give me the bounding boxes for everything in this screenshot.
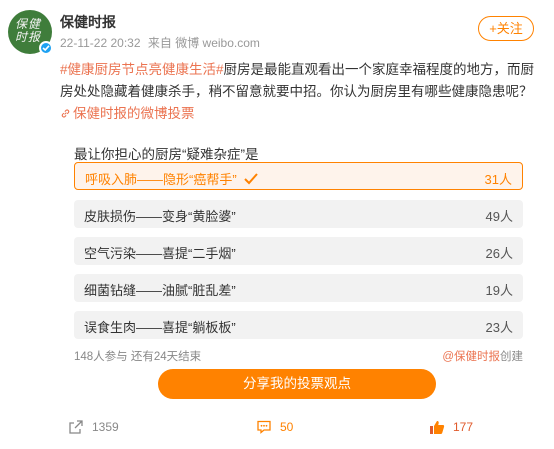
creator-suffix: 创建 (500, 351, 523, 363)
poll-option-1[interactable]: 呼吸入肺——隐形“癌帮手” 31人 (74, 162, 523, 190)
like-count: 177 (453, 420, 474, 434)
share-vote-button[interactable]: 分享我的投票观点 (158, 369, 436, 399)
verified-icon (39, 41, 53, 55)
poll-link-label: 保健时报的微博投票 (73, 106, 195, 121)
source: 来自 微博 weibo.com (147, 36, 260, 50)
poll-creator: @保健时报创建 (442, 348, 523, 364)
poll-title: 最让你担心的厨房“疑难杂症”是 (74, 147, 259, 162)
action-bar: 1359 50 177 (0, 404, 554, 449)
repost-icon (69, 420, 83, 434)
poll-link[interactable]: 保健时报的微博投票 (60, 106, 195, 121)
post-content: #健康厨房节点亮健康生活#厨房是最能直观看出一个家庭幸福程度的地方，而厨房处处隐… (60, 59, 538, 125)
poll-option-label: 皮肤损伤——变身“黄脸婆” (84, 209, 236, 224)
thumbs-up-icon (430, 421, 445, 434)
repost-button[interactable]: 1359 (68, 419, 119, 435)
follow-button[interactable]: +关注 (478, 16, 534, 41)
poll-option-count: 19人 (485, 283, 513, 298)
poll-option-label: 细菌钻缝——油腻“脏乱差” (84, 283, 236, 298)
link-icon (61, 109, 70, 118)
poll-option-count: 31人 (484, 172, 512, 187)
poll-participants: 148人参与 还有24天结束 (74, 351, 202, 363)
hashtag-link[interactable]: #健康厨房节点亮健康生活# (60, 62, 224, 77)
poll-option-label: 空气污染——喜提“二手烟” (84, 246, 236, 261)
comment-icon (257, 420, 271, 434)
repost-count: 1359 (92, 420, 119, 434)
poll-option-count: 23人 (485, 320, 513, 335)
creator-link[interactable]: @保健时报 (442, 351, 500, 363)
comment-button[interactable]: 50 (256, 419, 293, 435)
comment-count: 50 (280, 420, 294, 434)
poll-option-count: 49人 (485, 209, 513, 224)
timestamp[interactable]: 22-11-22 20:32 (60, 36, 141, 50)
like-button[interactable]: 177 (429, 419, 473, 435)
poll-card: 最让你担心的厨房“疑难杂症”是 呼吸入肺——隐形“癌帮手” 31人 皮肤损伤——… (60, 130, 538, 404)
poll-option-2[interactable]: 皮肤损伤——变身“黄脸婆” 49人 (74, 200, 523, 228)
poll-option-count: 26人 (485, 246, 513, 261)
poll-option-5[interactable]: 误食生肉——喜提“躺板板” 23人 (74, 311, 523, 339)
poll-option-label: 误食生肉——喜提“躺板板” (84, 320, 236, 335)
username[interactable]: 保健时报 (60, 12, 116, 32)
poll-option-4[interactable]: 细菌钻缝——油腻“脏乱差” 19人 (74, 274, 523, 302)
avatar-logo: 保健 时报 (15, 17, 42, 44)
check-icon (243, 173, 258, 185)
post-meta: 22-11-22 20:32 来自 微博 weibo.com (60, 34, 264, 51)
poll-option-3[interactable]: 空气污染——喜提“二手烟” 26人 (74, 237, 523, 265)
poll-option-label: 呼吸入肺——隐形“癌帮手” (85, 169, 259, 188)
